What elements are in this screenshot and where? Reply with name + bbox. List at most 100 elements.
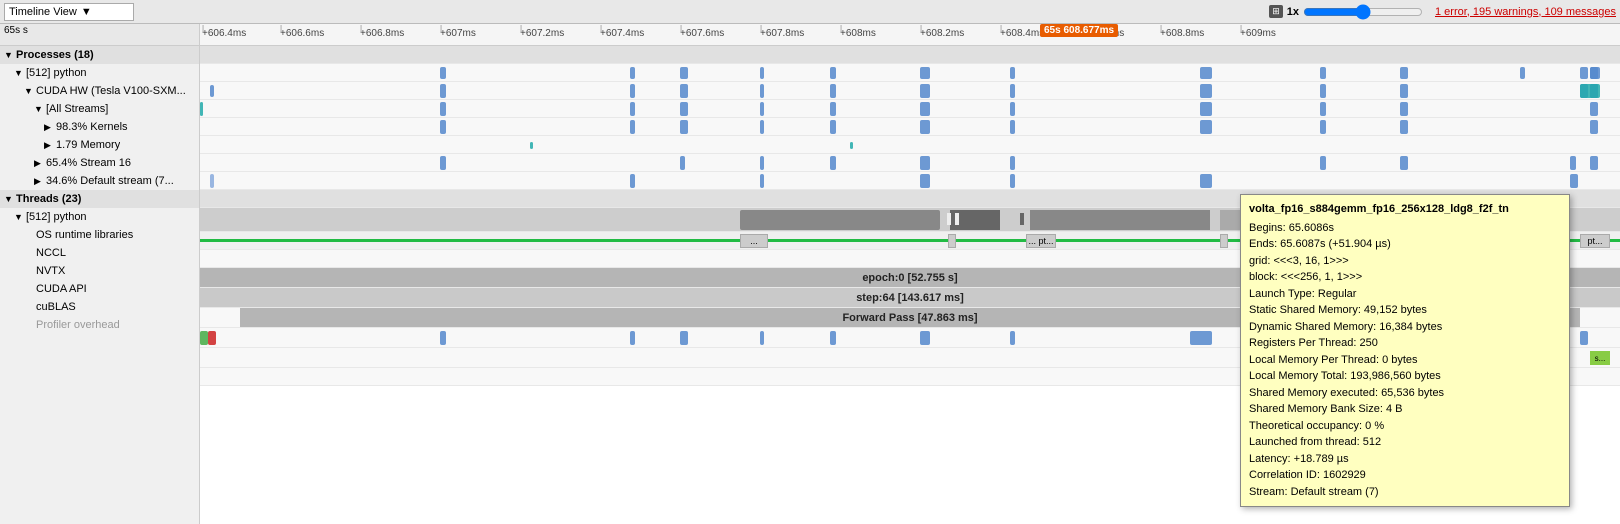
tree-cublas[interactable]: cuBLAS	[0, 298, 199, 316]
block[interactable]	[630, 331, 635, 345]
block[interactable]	[1200, 120, 1212, 134]
pt-label3[interactable]: pt...	[1580, 234, 1610, 248]
block[interactable]	[830, 67, 836, 79]
block[interactable]	[1570, 174, 1578, 188]
block[interactable]	[1580, 67, 1588, 79]
block[interactable]	[920, 174, 930, 188]
block[interactable]	[440, 67, 446, 79]
block[interactable]	[920, 156, 930, 170]
tree-os-runtime[interactable]: OS runtime libraries	[0, 226, 199, 244]
block[interactable]	[1400, 120, 1408, 134]
block[interactable]	[440, 331, 446, 345]
tree-cuda-api[interactable]: CUDA API	[0, 280, 199, 298]
block[interactable]	[630, 67, 635, 79]
block[interactable]	[1320, 84, 1326, 98]
block[interactable]	[1320, 156, 1326, 170]
block[interactable]	[760, 331, 764, 345]
block[interactable]	[1010, 67, 1015, 79]
block[interactable]	[830, 84, 836, 98]
block[interactable]	[680, 102, 688, 116]
block[interactable]	[920, 84, 930, 98]
block[interactable]	[1520, 67, 1525, 79]
tree-profiler-overhead[interactable]: Profiler overhead	[0, 316, 199, 334]
block-wide[interactable]	[1190, 331, 1212, 345]
block[interactable]	[1200, 84, 1212, 98]
block[interactable]	[680, 84, 688, 98]
tree-processes[interactable]: ▼ Processes (18)	[0, 46, 199, 64]
pt-label2[interactable]: ... pt...	[1026, 234, 1056, 248]
tree-all-streams[interactable]: ▼ [All Streams]	[0, 100, 199, 118]
tree-default-stream[interactable]: ▶ 34.6% Default stream (7...	[0, 172, 199, 190]
zoom-slider[interactable]	[1303, 4, 1423, 20]
tree-memory[interactable]: ▶ 1.79 Memory	[0, 136, 199, 154]
block[interactable]	[630, 84, 635, 98]
block[interactable]	[920, 331, 930, 345]
block[interactable]	[830, 120, 836, 134]
block[interactable]	[1010, 120, 1015, 134]
block[interactable]	[1320, 102, 1326, 116]
tree-threads[interactable]: ▼ Threads (23)	[0, 190, 199, 208]
block[interactable]	[1200, 67, 1212, 79]
block[interactable]	[830, 102, 836, 116]
block[interactable]	[830, 331, 836, 345]
block[interactable]	[1400, 156, 1408, 170]
block[interactable]	[1200, 174, 1212, 188]
block[interactable]	[210, 174, 214, 188]
block[interactable]	[1010, 102, 1015, 116]
block[interactable]	[760, 67, 764, 79]
block[interactable]	[440, 84, 446, 98]
block[interactable]	[1200, 102, 1212, 116]
block[interactable]	[850, 142, 853, 149]
block[interactable]	[920, 67, 930, 79]
block[interactable]	[440, 156, 446, 170]
block[interactable]	[1010, 331, 1015, 345]
block[interactable]	[1590, 156, 1598, 170]
block[interactable]	[200, 102, 203, 116]
block[interactable]	[760, 120, 764, 134]
block[interactable]	[680, 120, 688, 134]
block[interactable]	[760, 174, 764, 188]
view-dropdown[interactable]: Timeline View ▼	[4, 3, 134, 21]
tree-kernels[interactable]: ▶ 98.3% Kernels	[0, 118, 199, 136]
block[interactable]	[1590, 120, 1598, 134]
tree-python-process[interactable]: ▼ [512] python	[0, 64, 199, 82]
block[interactable]	[680, 331, 688, 345]
block[interactable]	[1010, 156, 1015, 170]
block[interactable]	[440, 102, 446, 116]
block[interactable]	[680, 67, 688, 79]
block-green[interactable]	[200, 331, 208, 345]
tree-nccl[interactable]: NCCL	[0, 244, 199, 262]
block[interactable]	[1400, 67, 1408, 79]
pt-label[interactable]: ...	[740, 234, 768, 248]
block[interactable]	[530, 142, 533, 149]
block[interactable]	[1010, 84, 1015, 98]
block[interactable]	[1590, 67, 1598, 79]
block[interactable]	[1400, 102, 1408, 116]
block[interactable]	[210, 85, 214, 97]
block[interactable]	[440, 120, 446, 134]
block[interactable]	[630, 174, 635, 188]
block[interactable]	[760, 84, 764, 98]
block[interactable]	[680, 156, 685, 170]
block[interactable]	[1400, 84, 1408, 98]
block[interactable]	[630, 102, 635, 116]
block[interactable]	[760, 102, 764, 116]
block[interactable]	[1570, 156, 1576, 170]
block[interactable]	[1580, 331, 1588, 345]
block[interactable]	[830, 156, 836, 170]
block[interactable]	[1010, 174, 1015, 188]
error-badge[interactable]: 1 error, 195 warnings, 109 messages	[1435, 6, 1616, 18]
block-red[interactable]	[208, 331, 216, 345]
tree-python-thread[interactable]: ▼ [512] python	[0, 208, 199, 226]
block[interactable]	[760, 156, 764, 170]
block[interactable]	[1590, 102, 1598, 116]
block[interactable]	[920, 120, 930, 134]
tree-nvtx[interactable]: NVTX	[0, 262, 199, 280]
block-v[interactable]	[1580, 84, 1600, 98]
tree-stream16[interactable]: ▶ 65.4% Stream 16	[0, 154, 199, 172]
tree-cuda-hw[interactable]: ▼ CUDA HW (Tesla V100-SXM...	[0, 82, 199, 100]
block[interactable]	[630, 120, 635, 134]
block[interactable]	[1320, 120, 1326, 134]
block[interactable]	[920, 102, 930, 116]
block[interactable]	[1320, 67, 1326, 79]
